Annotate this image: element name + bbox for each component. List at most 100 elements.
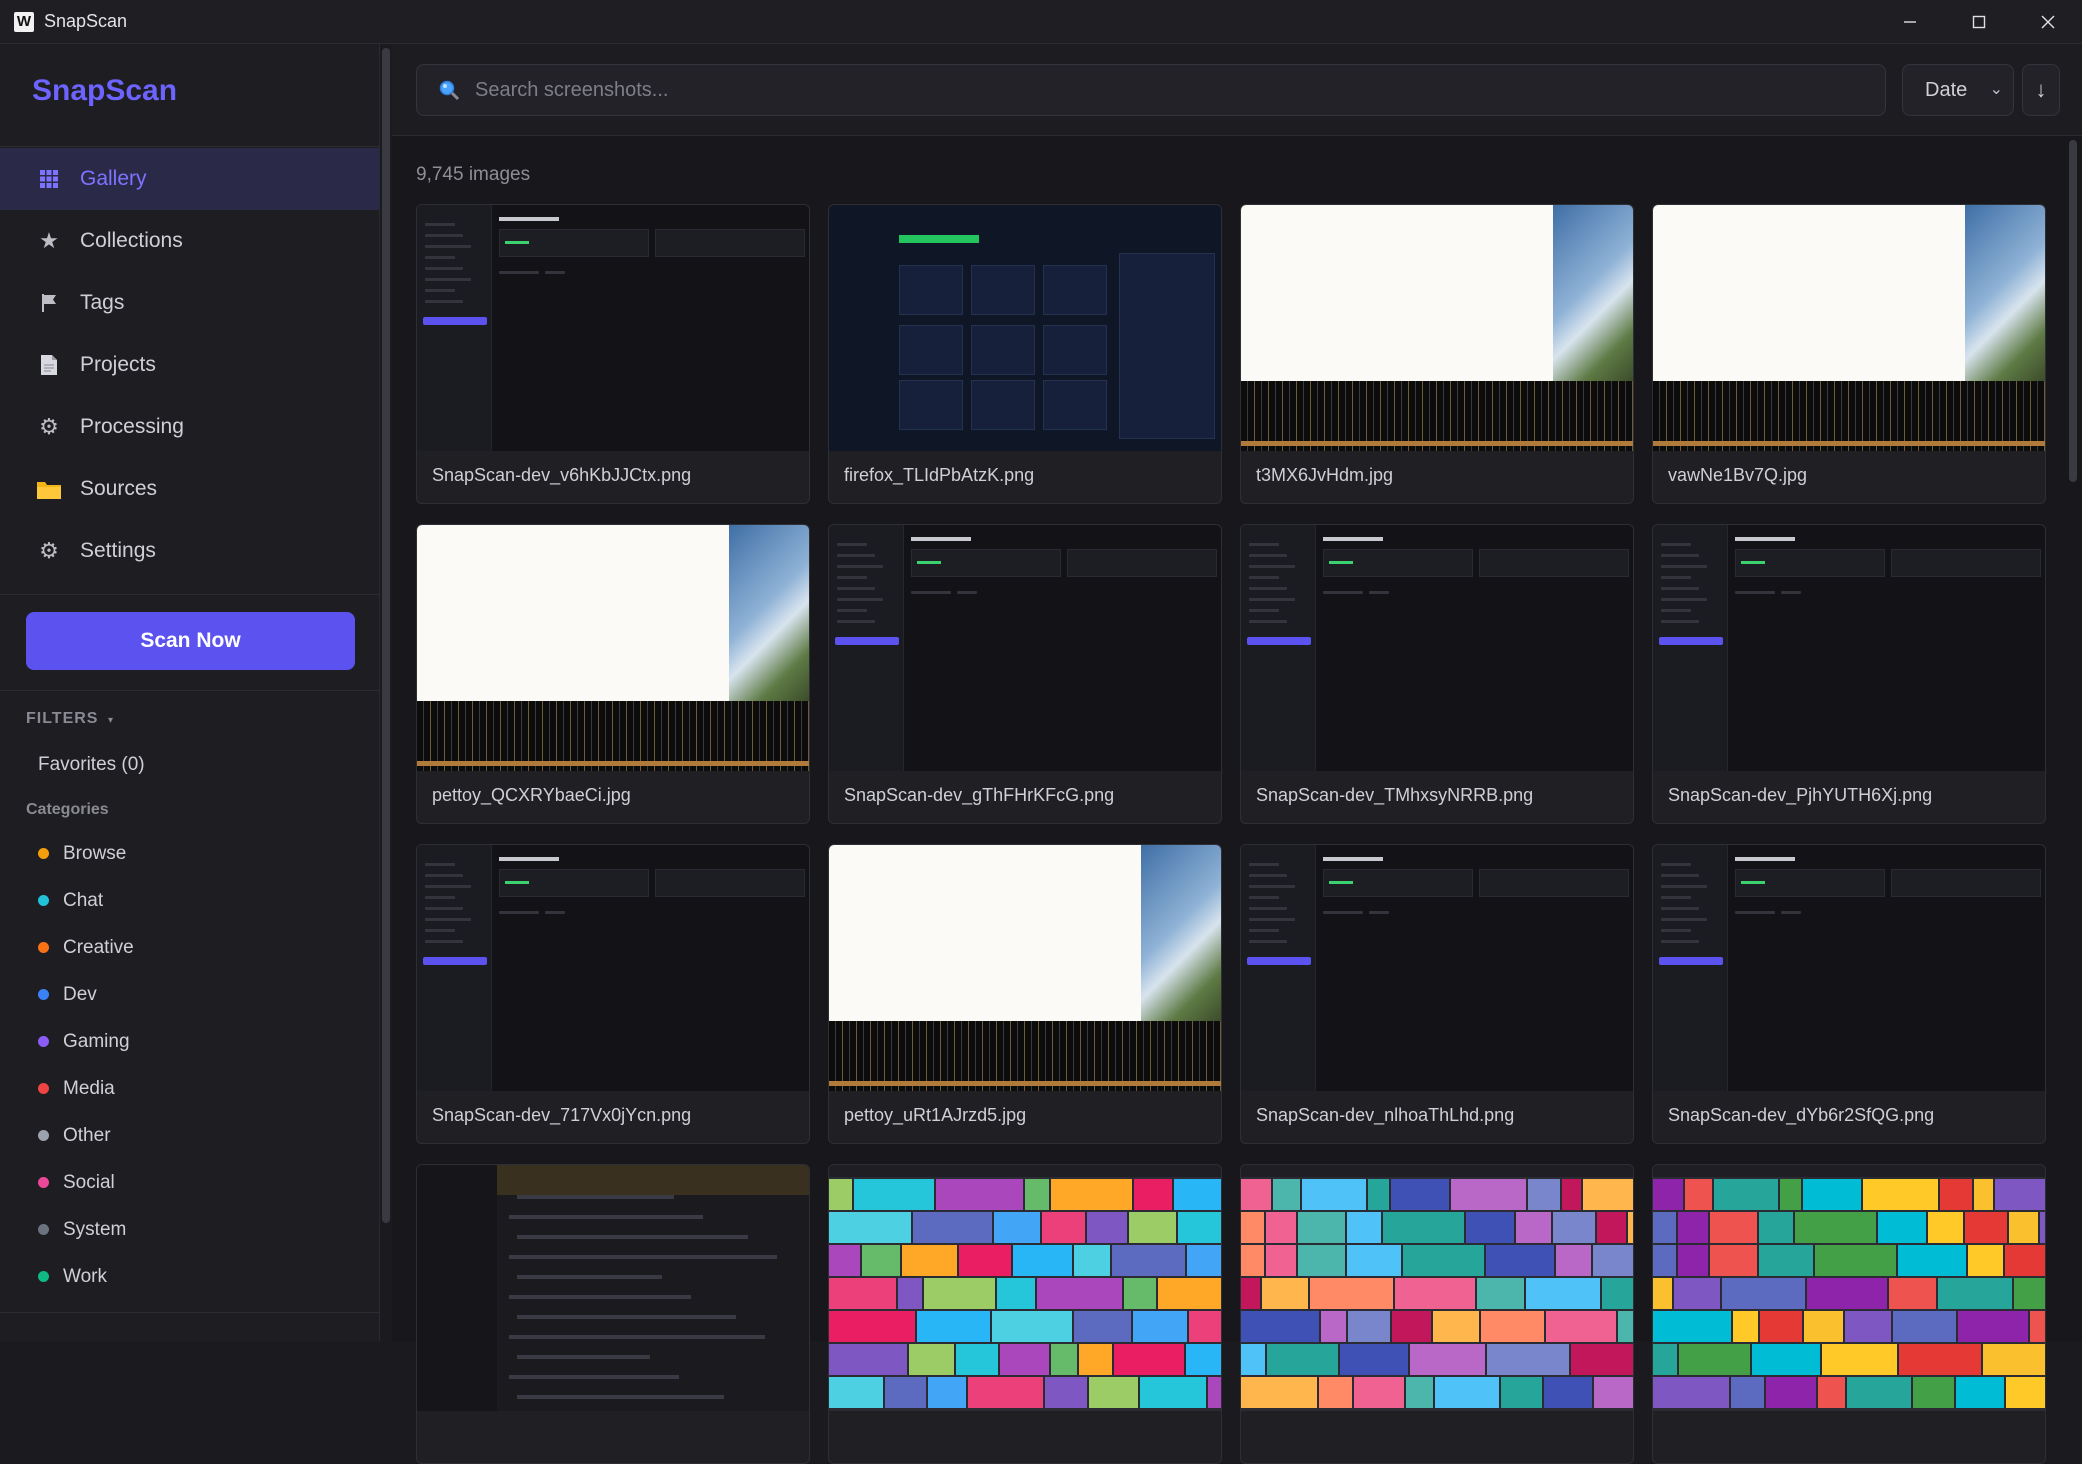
card-filename: SnapScan-dev_PjhYUTH6Xj.png bbox=[1668, 785, 1933, 805]
title-bar: W SnapScan bbox=[0, 0, 2082, 44]
category-work[interactable]: Work bbox=[38, 1253, 134, 1300]
gallery-card[interactable]: pettoy_QCXRYbaeCi.jpg bbox=[416, 524, 810, 824]
gallery-card[interactable] bbox=[828, 1164, 1222, 1464]
category-chat[interactable]: Chat bbox=[38, 877, 134, 924]
card-filename: pettoy_uRt1AJrzd5.jpg bbox=[844, 1105, 1027, 1125]
card-filename: SnapScan-dev_TMhxsyNRRB.png bbox=[1256, 785, 1534, 805]
sidebar-item-sources[interactable]: Sources bbox=[0, 458, 380, 520]
card-filename: SnapScan-dev_dYb6r2SfQG.png bbox=[1668, 1105, 1935, 1125]
divider bbox=[0, 690, 380, 691]
sidebar-item-gallery[interactable]: Gallery bbox=[0, 148, 380, 210]
grid-icon bbox=[36, 166, 62, 192]
gallery-card[interactable] bbox=[1240, 1164, 1634, 1464]
category-label: System bbox=[63, 1218, 127, 1240]
search-input[interactable] bbox=[475, 78, 1775, 102]
category-label: Dev bbox=[63, 983, 97, 1005]
category-dev[interactable]: Dev bbox=[38, 971, 134, 1018]
sort-direction-button[interactable]: ↓ bbox=[2022, 64, 2060, 116]
gallery-card[interactable]: SnapScan-dev_TMhxsyNRRB.png bbox=[1240, 524, 1634, 824]
brand-logo[interactable]: SnapScan bbox=[32, 74, 177, 108]
gallery-card[interactable]: SnapScan-dev_PjhYUTH6Xj.png bbox=[1652, 524, 2046, 824]
category-label: Creative bbox=[63, 936, 134, 958]
category-browse[interactable]: Browse bbox=[38, 830, 134, 877]
favorites-filter[interactable]: Favorites (0) bbox=[38, 754, 145, 776]
image-count: 9,745 images bbox=[416, 164, 531, 185]
category-gaming[interactable]: Gaming bbox=[38, 1018, 134, 1065]
gallery-card[interactable]: SnapScan-dev_nlhoaThLhd.png bbox=[1240, 844, 1634, 1144]
main-content: Date ⌄ ↓ 9,745 images SnapScan-dev_v6hKb… bbox=[392, 44, 2082, 1464]
filters-toggle[interactable]: FILTERS ▾ bbox=[26, 710, 114, 728]
thumbnail-image bbox=[1241, 845, 1633, 1091]
sidebar-item-label: Projects bbox=[80, 353, 156, 376]
gallery-card[interactable] bbox=[1652, 1164, 2046, 1464]
thumbnail-image bbox=[829, 205, 1221, 451]
star-icon: ★ bbox=[39, 228, 59, 253]
sidebar-item-processing[interactable]: ⚙ Processing bbox=[0, 396, 380, 458]
gallery-card[interactable]: pettoy_uRt1AJrzd5.jpg bbox=[828, 844, 1222, 1144]
sidebar-item-projects[interactable]: Projects bbox=[0, 334, 380, 396]
category-dot bbox=[38, 1177, 49, 1188]
sort-value: Date bbox=[1925, 78, 1968, 101]
close-button[interactable] bbox=[2013, 0, 2082, 44]
category-system[interactable]: System bbox=[38, 1206, 134, 1253]
thumbnail-image bbox=[1653, 1165, 2045, 1411]
category-dot bbox=[38, 1130, 49, 1141]
divider bbox=[0, 1312, 380, 1313]
divider bbox=[0, 594, 380, 595]
gear-icon: ⚙ bbox=[39, 538, 59, 563]
category-media[interactable]: Media bbox=[38, 1065, 134, 1112]
category-dot bbox=[38, 1083, 49, 1094]
card-filename: firefox_TLIdPbAtzK.png bbox=[844, 465, 1035, 485]
category-creative[interactable]: Creative bbox=[38, 924, 134, 971]
gallery-card[interactable]: t3MX6JvHdm.jpg bbox=[1240, 204, 1634, 504]
category-label: Gaming bbox=[63, 1030, 130, 1052]
category-label: Work bbox=[63, 1265, 107, 1287]
category-other[interactable]: Other bbox=[38, 1112, 134, 1159]
thumbnail-image bbox=[829, 525, 1221, 771]
sidebar-item-label: Settings bbox=[80, 539, 156, 562]
card-filename: t3MX6JvHdm.jpg bbox=[1256, 465, 1394, 485]
thumbnail-image bbox=[1241, 525, 1633, 771]
window-title: SnapScan bbox=[44, 11, 128, 31]
toolbar: Date ⌄ ↓ bbox=[392, 44, 2082, 136]
gallery-card[interactable]: SnapScan-dev_v6hKbJJCtx.png bbox=[416, 204, 810, 504]
sidebar-item-collections[interactable]: ★ Collections bbox=[0, 210, 380, 272]
maximize-button[interactable] bbox=[1944, 0, 2013, 44]
minimize-button[interactable] bbox=[1875, 0, 1944, 44]
gallery-card[interactable]: firefox_TLIdPbAtzK.png bbox=[828, 204, 1222, 504]
gallery-card[interactable]: SnapScan-dev_gThFHrKFcG.png bbox=[828, 524, 1222, 824]
thumbnail-image bbox=[417, 205, 809, 451]
category-label: Chat bbox=[63, 889, 104, 911]
window-controls bbox=[1875, 0, 2082, 44]
thumbnail-image bbox=[1241, 205, 1633, 451]
sidebar-scrollbar-thumb[interactable] bbox=[382, 48, 390, 1223]
category-label: Browse bbox=[63, 842, 127, 864]
minimize-icon bbox=[1903, 21, 1916, 23]
search-box[interactable] bbox=[416, 64, 1886, 116]
chevron-down-icon: ⌄ bbox=[1989, 81, 2003, 98]
card-filename: SnapScan-dev_gThFHrKFcG.png bbox=[844, 785, 1115, 805]
sidebar-item-label: Sources bbox=[80, 477, 158, 500]
divider bbox=[0, 146, 380, 147]
category-dot bbox=[38, 989, 49, 1000]
sidebar-item-tags[interactable]: Tags bbox=[0, 272, 380, 334]
scan-now-button[interactable]: Scan Now bbox=[26, 612, 355, 670]
search-icon bbox=[437, 78, 461, 102]
sidebar-nav: Gallery ★ Collections Tags Projects ⚙ Pr… bbox=[0, 148, 380, 582]
category-dot bbox=[38, 942, 49, 953]
gallery-card[interactable] bbox=[416, 1164, 810, 1464]
sidebar-item-settings[interactable]: ⚙ Settings bbox=[0, 520, 380, 582]
thumbnail-image bbox=[829, 845, 1221, 1091]
thumbnail-image bbox=[1653, 525, 2045, 771]
gallery-card[interactable]: SnapScan-dev_dYb6r2SfQG.png bbox=[1652, 844, 2046, 1144]
category-social[interactable]: Social bbox=[38, 1159, 134, 1206]
gallery-card[interactable]: vawNe1Bv7Q.jpg bbox=[1652, 204, 2046, 504]
sort-select[interactable]: Date ⌄ bbox=[1902, 64, 2014, 116]
gallery-card[interactable]: SnapScan-dev_717Vx0jYcn.png bbox=[416, 844, 810, 1144]
sidebar-item-label: Collections bbox=[80, 229, 183, 252]
category-dot bbox=[38, 1271, 49, 1282]
gallery-scrollbar-thumb[interactable] bbox=[2069, 140, 2077, 482]
close-icon bbox=[2041, 15, 2054, 29]
category-label: Social bbox=[63, 1171, 115, 1193]
gear-icon: ⚙ bbox=[39, 414, 59, 439]
